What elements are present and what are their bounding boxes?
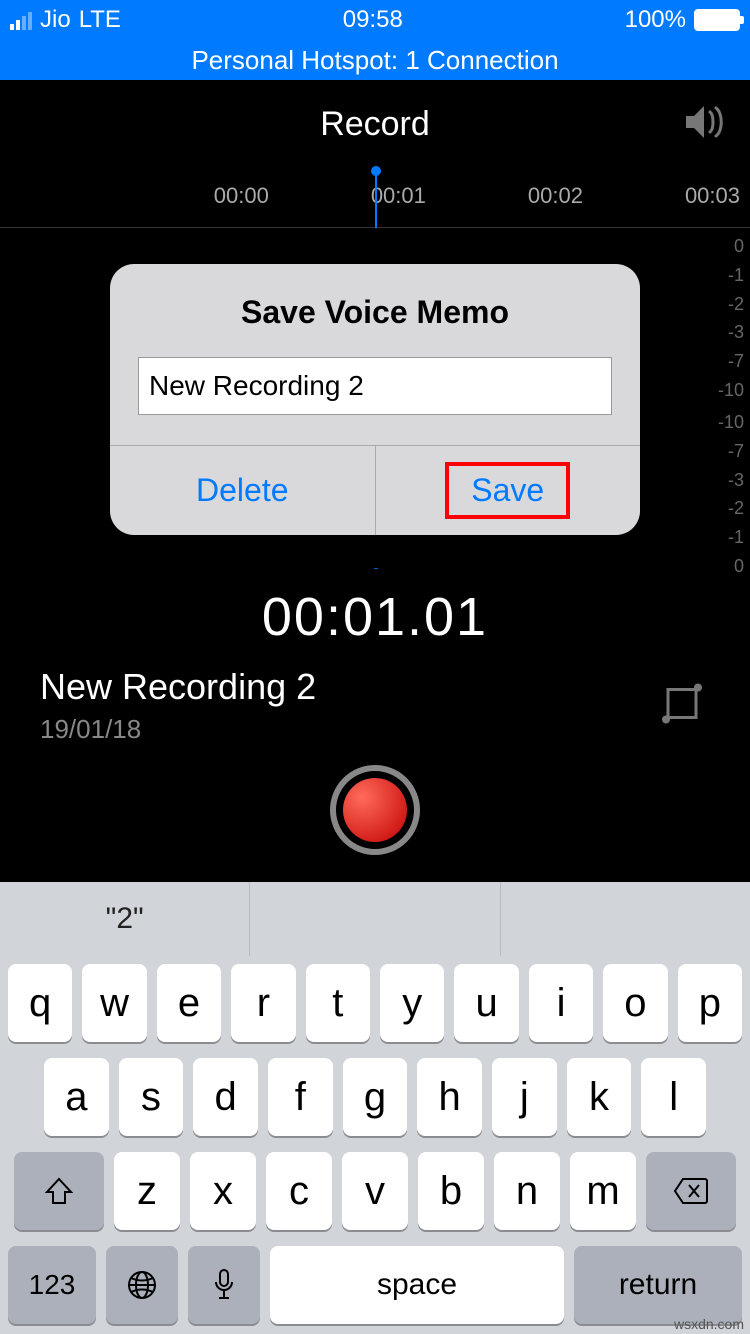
key-v[interactable]: v	[342, 1152, 408, 1230]
key-y[interactable]: y	[380, 964, 444, 1042]
key-d[interactable]: d	[193, 1058, 258, 1136]
backspace-key[interactable]	[646, 1152, 736, 1230]
suggestion-bar: "2"	[0, 882, 750, 956]
key-u[interactable]: u	[454, 964, 518, 1042]
key-b[interactable]: b	[418, 1152, 484, 1230]
watermark: wsxdn.com	[674, 1316, 744, 1332]
key-i[interactable]: i	[529, 964, 593, 1042]
return-key[interactable]: return	[574, 1246, 742, 1324]
key-n[interactable]: n	[494, 1152, 560, 1230]
key-j[interactable]: j	[492, 1058, 557, 1136]
key-l[interactable]: l	[641, 1058, 706, 1136]
key-g[interactable]: g	[343, 1058, 408, 1136]
recording-name-input[interactable]	[138, 357, 612, 415]
key-m[interactable]: m	[570, 1152, 636, 1230]
numbers-key[interactable]: 123	[8, 1246, 96, 1324]
keyboard-row-3: z x c v b n m	[0, 1144, 750, 1238]
keyboard-row-4: 123 space return	[0, 1238, 750, 1334]
key-h[interactable]: h	[417, 1058, 482, 1136]
alert-title: Save Voice Memo	[110, 264, 640, 357]
keyboard-row-2: a s d f g h j k l	[0, 1050, 750, 1144]
key-k[interactable]: k	[567, 1058, 632, 1136]
key-c[interactable]: c	[266, 1152, 332, 1230]
key-o[interactable]: o	[603, 964, 667, 1042]
key-p[interactable]: p	[678, 964, 742, 1042]
suggestion-empty[interactable]	[501, 882, 750, 956]
globe-key[interactable]	[106, 1246, 178, 1324]
save-button[interactable]: Save	[376, 446, 641, 535]
key-q[interactable]: q	[8, 964, 72, 1042]
keyboard: "2" q w e r t y u i o p a s d f g h j k …	[0, 882, 750, 1334]
key-e[interactable]: e	[157, 964, 221, 1042]
delete-button[interactable]: Delete	[110, 446, 376, 535]
key-t[interactable]: t	[306, 964, 370, 1042]
keyboard-row-1: q w e r t y u i o p	[0, 956, 750, 1050]
key-s[interactable]: s	[119, 1058, 184, 1136]
key-r[interactable]: r	[231, 964, 295, 1042]
shift-key[interactable]	[14, 1152, 104, 1230]
space-key[interactable]: space	[270, 1246, 564, 1324]
key-x[interactable]: x	[190, 1152, 256, 1230]
suggestion[interactable]: "2"	[0, 882, 250, 956]
suggestion-empty[interactable]	[250, 882, 500, 956]
key-a[interactable]: a	[44, 1058, 109, 1136]
key-z[interactable]: z	[114, 1152, 180, 1230]
key-f[interactable]: f	[268, 1058, 333, 1136]
save-alert: Save Voice Memo Delete Save	[110, 264, 640, 535]
key-w[interactable]: w	[82, 964, 146, 1042]
dictation-key[interactable]	[188, 1246, 260, 1324]
